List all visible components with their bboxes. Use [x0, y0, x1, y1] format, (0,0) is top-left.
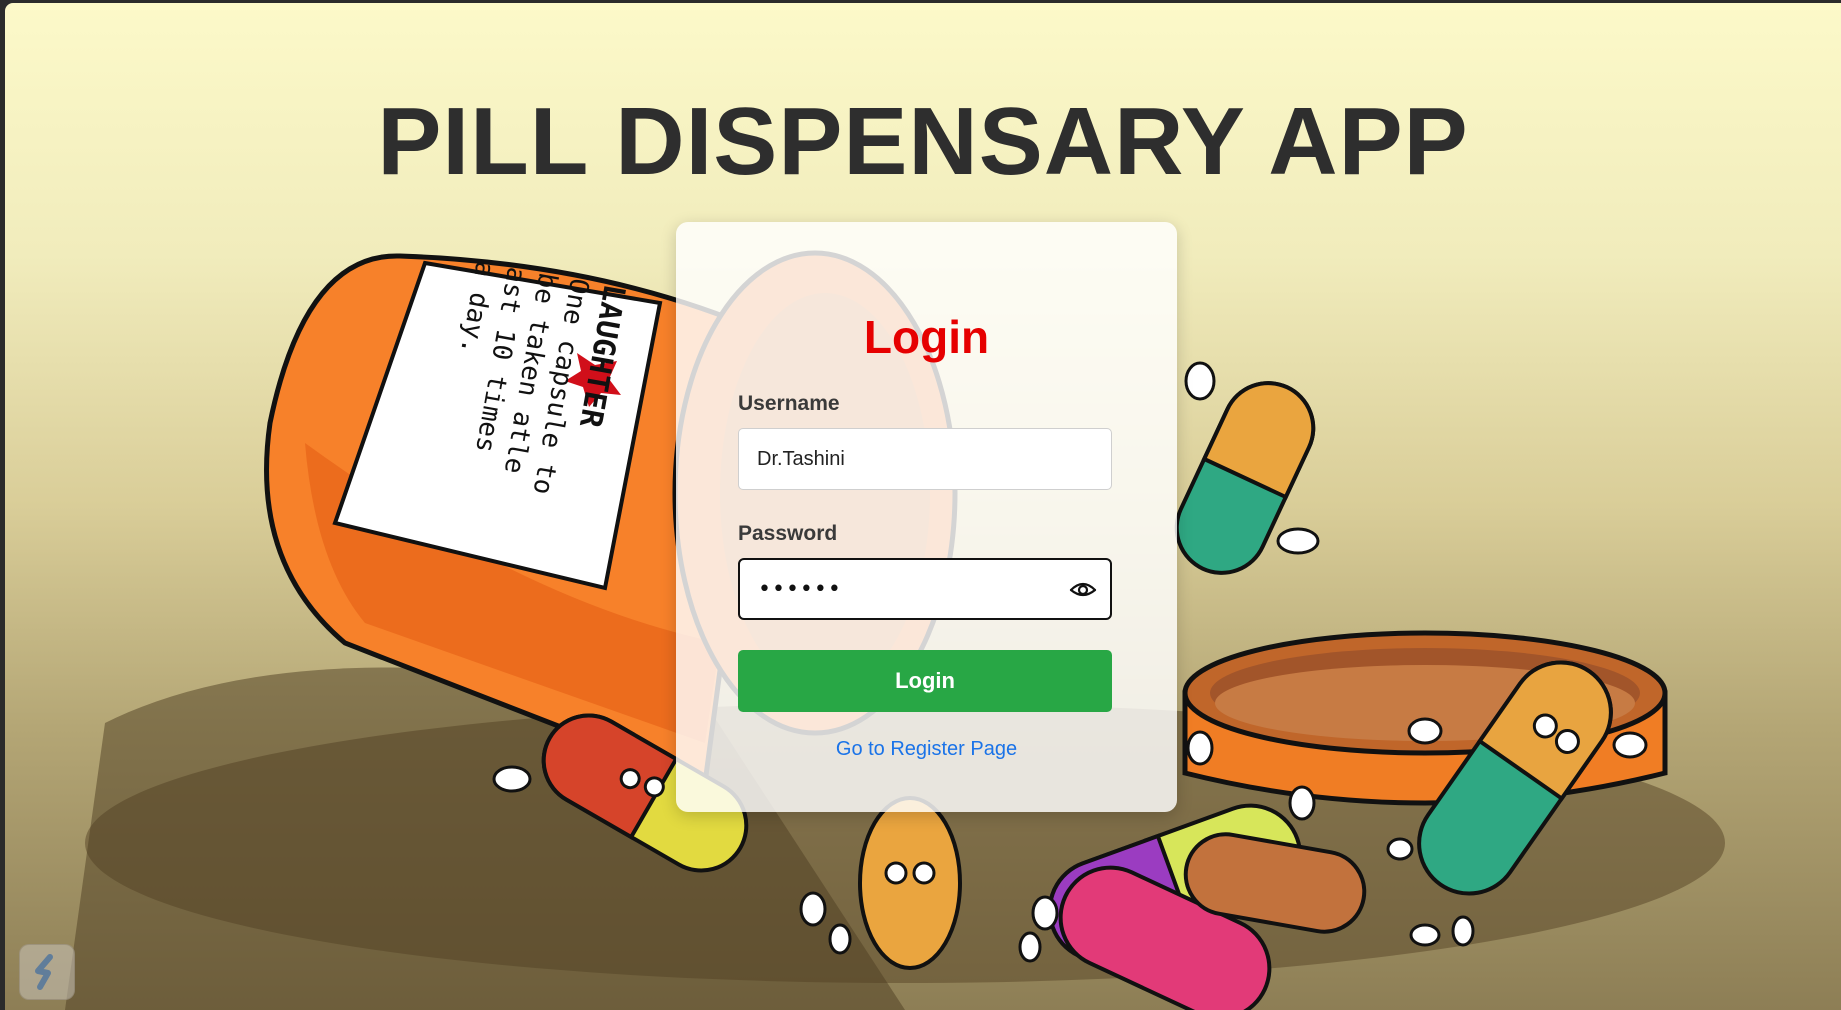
pill-orange	[858, 796, 962, 970]
page-viewport: LAUGHTER One capsule to be taken atle as…	[5, 3, 1841, 1010]
login-card: Login Username Password Login Go to Regi…	[676, 222, 1177, 812]
app-widget-icon[interactable]	[19, 944, 75, 1000]
screen-frame: LAUGHTER One capsule to be taken atle as…	[0, 0, 1841, 1010]
password-field[interactable]	[738, 558, 1112, 620]
username-input[interactable]	[738, 428, 1112, 490]
password-label: Password	[738, 522, 838, 545]
register-link[interactable]: Go to Register Page	[676, 738, 1177, 761]
app-title: PILL DISPENSARY APP	[377, 88, 1469, 195]
pill-top-right	[1174, 381, 1316, 575]
username-label: Username	[738, 392, 840, 415]
password-input[interactable]	[740, 560, 1060, 618]
eye-icon[interactable]	[1068, 574, 1098, 604]
login-heading: Login	[863, 311, 990, 363]
login-button[interactable]: Login	[738, 650, 1112, 712]
